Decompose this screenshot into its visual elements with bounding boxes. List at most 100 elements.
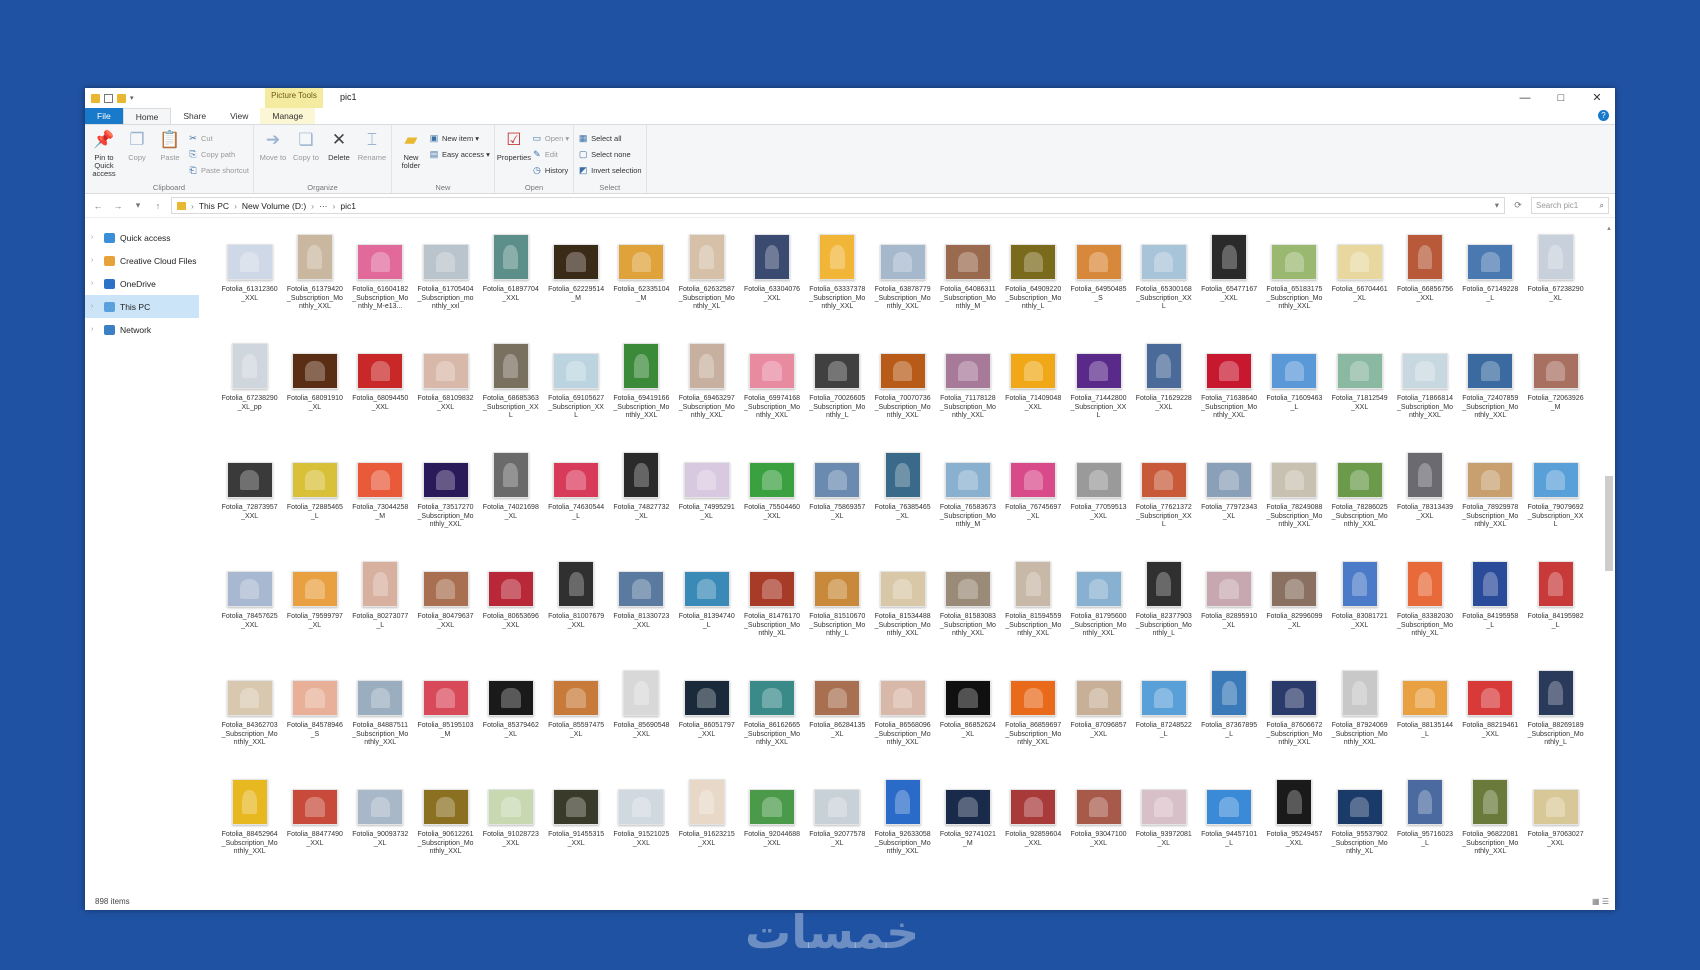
file-item[interactable]: Fotolia_82996099_XL [1262, 559, 1327, 668]
up-arrow-icon[interactable]: ↑ [151, 201, 165, 211]
back-arrow-icon[interactable]: ← [91, 201, 105, 211]
history-dropdown-icon[interactable]: ▾ [1495, 200, 1499, 211]
file-item[interactable]: Fotolia_86051797_XXL [674, 668, 739, 777]
file-item[interactable]: Fotolia_69419166_Subscription_Monthly_XX… [609, 341, 674, 450]
file-item[interactable]: Fotolia_90612261_Subscription_Monthly_XX… [413, 777, 478, 880]
file-item[interactable]: Fotolia_77621372_Subscription_XXL [1131, 450, 1196, 559]
nav-item-network[interactable]: › Network [85, 318, 205, 341]
file-item[interactable]: Fotolia_79599797_XL [282, 559, 347, 668]
file-item[interactable]: Fotolia_71442800_Subscription_XXL [1066, 341, 1131, 450]
file-item[interactable]: Fotolia_87924069_Subscription_Monthly_XX… [1327, 668, 1392, 777]
file-item[interactable]: Fotolia_92859604_XXL [1001, 777, 1066, 880]
file-item[interactable]: Fotolia_84362703_Subscription_Monthly_XX… [217, 668, 282, 777]
file-item[interactable]: Fotolia_69974168_Subscription_Monthly_XX… [739, 341, 804, 450]
file-item[interactable]: Fotolia_61312360_XXL [217, 232, 282, 341]
chevron-right-icon[interactable]: › [91, 234, 99, 241]
file-item[interactable]: Fotolia_80479637_XXL [413, 559, 478, 668]
file-item[interactable]: Fotolia_70026605_Subscription_Monthly_L [805, 341, 870, 450]
rename-button[interactable]: ⌶ Rename [357, 128, 387, 181]
file-item[interactable]: Fotolia_95537902_Subscription_Monthly_XL [1327, 777, 1392, 880]
minimize-button[interactable]: — [1507, 88, 1543, 108]
open-button[interactable]: ▭ Open ▾ [532, 132, 569, 145]
file-item[interactable]: Fotolia_84887511_Subscription_Monthly_XX… [348, 668, 413, 777]
new-folder-button[interactable]: ▰ New folder [396, 128, 426, 181]
breadcrumb-this-pc[interactable]: This PC [199, 201, 229, 211]
file-item[interactable]: Fotolia_69463297_Subscription_Monthly_XX… [674, 341, 739, 450]
file-item[interactable]: Fotolia_79079692_Subscription_XXL [1523, 450, 1588, 559]
file-item[interactable]: Fotolia_68109832_XXL [413, 341, 478, 450]
scroll-up-icon[interactable]: ▲ [1605, 226, 1613, 232]
tab-home[interactable]: Home [122, 108, 172, 124]
edit-button[interactable]: ✎ Edit [532, 148, 569, 161]
file-item[interactable]: Fotolia_81476170_Subscription_Monthly_XL [739, 559, 804, 668]
file-item[interactable]: Fotolia_62335104_M [609, 232, 674, 341]
file-item[interactable]: Fotolia_61604182_Subscription_Monthly_M-… [348, 232, 413, 341]
file-item[interactable]: Fotolia_90093732_XL [348, 777, 413, 880]
file-item[interactable]: Fotolia_76745697_XL [1001, 450, 1066, 559]
file-item[interactable]: Fotolia_62632587_Subscription_Monthly_XL [674, 232, 739, 341]
file-item[interactable]: Fotolia_88269189_Subscription_Monthly_L [1523, 668, 1588, 777]
chevron-right-icon[interactable]: › [91, 280, 99, 287]
file-item[interactable]: Fotolia_68094450_XXL [348, 341, 413, 450]
file-item[interactable]: Fotolia_91455315_XXL [543, 777, 608, 880]
chevron-right-icon[interactable]: › [91, 257, 99, 264]
breadcrumb-pic1[interactable]: pic1 [340, 201, 356, 211]
tab-file[interactable]: File [85, 108, 123, 124]
copy-to-button[interactable]: ❏ Copy to [291, 128, 321, 181]
cut-button[interactable]: ✂ Cut [188, 132, 249, 145]
file-item[interactable]: Fotolia_83081721_XXL [1327, 559, 1392, 668]
file-item[interactable]: Fotolia_85195103_M [413, 668, 478, 777]
file-item[interactable]: Fotolia_75504460_XXL [739, 450, 804, 559]
file-item[interactable]: Fotolia_71609463_L [1262, 341, 1327, 450]
file-item[interactable]: Fotolia_91623215_XXL [674, 777, 739, 880]
file-item[interactable]: Fotolia_67238290_XL [1523, 232, 1588, 341]
copy-path-button[interactable]: ⎘ Copy path [188, 148, 249, 161]
file-item[interactable]: Fotolia_76385465_XL [870, 450, 935, 559]
file-item[interactable]: Fotolia_77972343_XL [1196, 450, 1261, 559]
file-item[interactable]: Fotolia_92077578_XL [805, 777, 870, 880]
file-item[interactable]: Fotolia_70070736_Subscription_Monthly_XX… [870, 341, 935, 450]
file-item[interactable]: Fotolia_96822081_Subscription_Monthly_XX… [1458, 777, 1523, 880]
new-item-button[interactable]: ▣ New item ▾ [429, 132, 490, 145]
file-item[interactable]: Fotolia_65477167_XXL [1196, 232, 1261, 341]
refresh-icon[interactable]: ⟳ [1511, 200, 1525, 211]
chevron-down-icon[interactable]: ▾ [130, 94, 134, 103]
file-item[interactable]: Fotolia_84195982_L [1523, 559, 1588, 668]
chevron-right-icon[interactable]: › [91, 303, 99, 310]
file-item[interactable]: Fotolia_82895910_XL [1196, 559, 1261, 668]
delete-button[interactable]: ✕ Delete [324, 128, 354, 181]
file-item[interactable]: Fotolia_65183175_Subscription_Monthly_XX… [1262, 232, 1327, 341]
file-item[interactable]: Fotolia_87367895_L [1196, 668, 1261, 777]
chevron-right-icon[interactable]: › [91, 326, 99, 333]
file-item[interactable]: Fotolia_78313439_XXL [1392, 450, 1457, 559]
nav-item-creative-cloud[interactable]: › Creative Cloud Files [85, 249, 205, 272]
file-item[interactable]: Fotolia_72407859_Subscription_Monthly_XX… [1458, 341, 1523, 450]
file-item[interactable]: Fotolia_63878779_Subscription_Monthly_XX… [870, 232, 935, 341]
file-item[interactable]: Fotolia_77059513_XXL [1066, 450, 1131, 559]
file-item[interactable]: Fotolia_68091910_XL [282, 341, 347, 450]
file-item[interactable]: Fotolia_92633058_Subscription_Monthly_XX… [870, 777, 935, 880]
file-item[interactable]: Fotolia_61379420_Subscription_Monthly_XX… [282, 232, 347, 341]
scrollbar-thumb[interactable] [1605, 476, 1613, 571]
select-all-button[interactable]: ▦ Select all [578, 132, 641, 145]
file-item[interactable]: Fotolia_93047100_XXL [1066, 777, 1131, 880]
maximize-button[interactable]: □ [1543, 88, 1579, 108]
file-item[interactable]: Fotolia_81510670_Subscription_Monthly_L [805, 559, 870, 668]
file-item[interactable]: Fotolia_62229514_M [543, 232, 608, 341]
file-item[interactable]: Fotolia_81583083_Subscription_Monthly_XX… [935, 559, 1000, 668]
file-item[interactable]: Fotolia_61705404_Subscription_monthly_xx… [413, 232, 478, 341]
file-item[interactable]: Fotolia_74995291_XL [674, 450, 739, 559]
file-item[interactable]: Fotolia_83382030_Subscription_Monthly_XL [1392, 559, 1457, 668]
file-item[interactable]: Fotolia_71629228_XXL [1131, 341, 1196, 450]
file-item[interactable]: Fotolia_63304076_XXL [739, 232, 804, 341]
file-item[interactable]: Fotolia_92741021_M [935, 777, 1000, 880]
help-icon[interactable]: ? [1598, 110, 1609, 121]
file-item[interactable]: Fotolia_71866814_Subscription_Monthly_XX… [1392, 341, 1457, 450]
file-item[interactable]: Fotolia_84195958_L [1458, 559, 1523, 668]
nav-item-quick-access[interactable]: › Quick access [85, 226, 205, 249]
file-item[interactable]: Fotolia_73044258_M [348, 450, 413, 559]
file-item[interactable]: Fotolia_86852624_XL [935, 668, 1000, 777]
vertical-scrollbar[interactable]: ▲ [1605, 226, 1613, 872]
file-item[interactable]: Fotolia_97063027_XXL [1523, 777, 1588, 880]
file-item[interactable]: Fotolia_66704461_XL [1327, 232, 1392, 341]
